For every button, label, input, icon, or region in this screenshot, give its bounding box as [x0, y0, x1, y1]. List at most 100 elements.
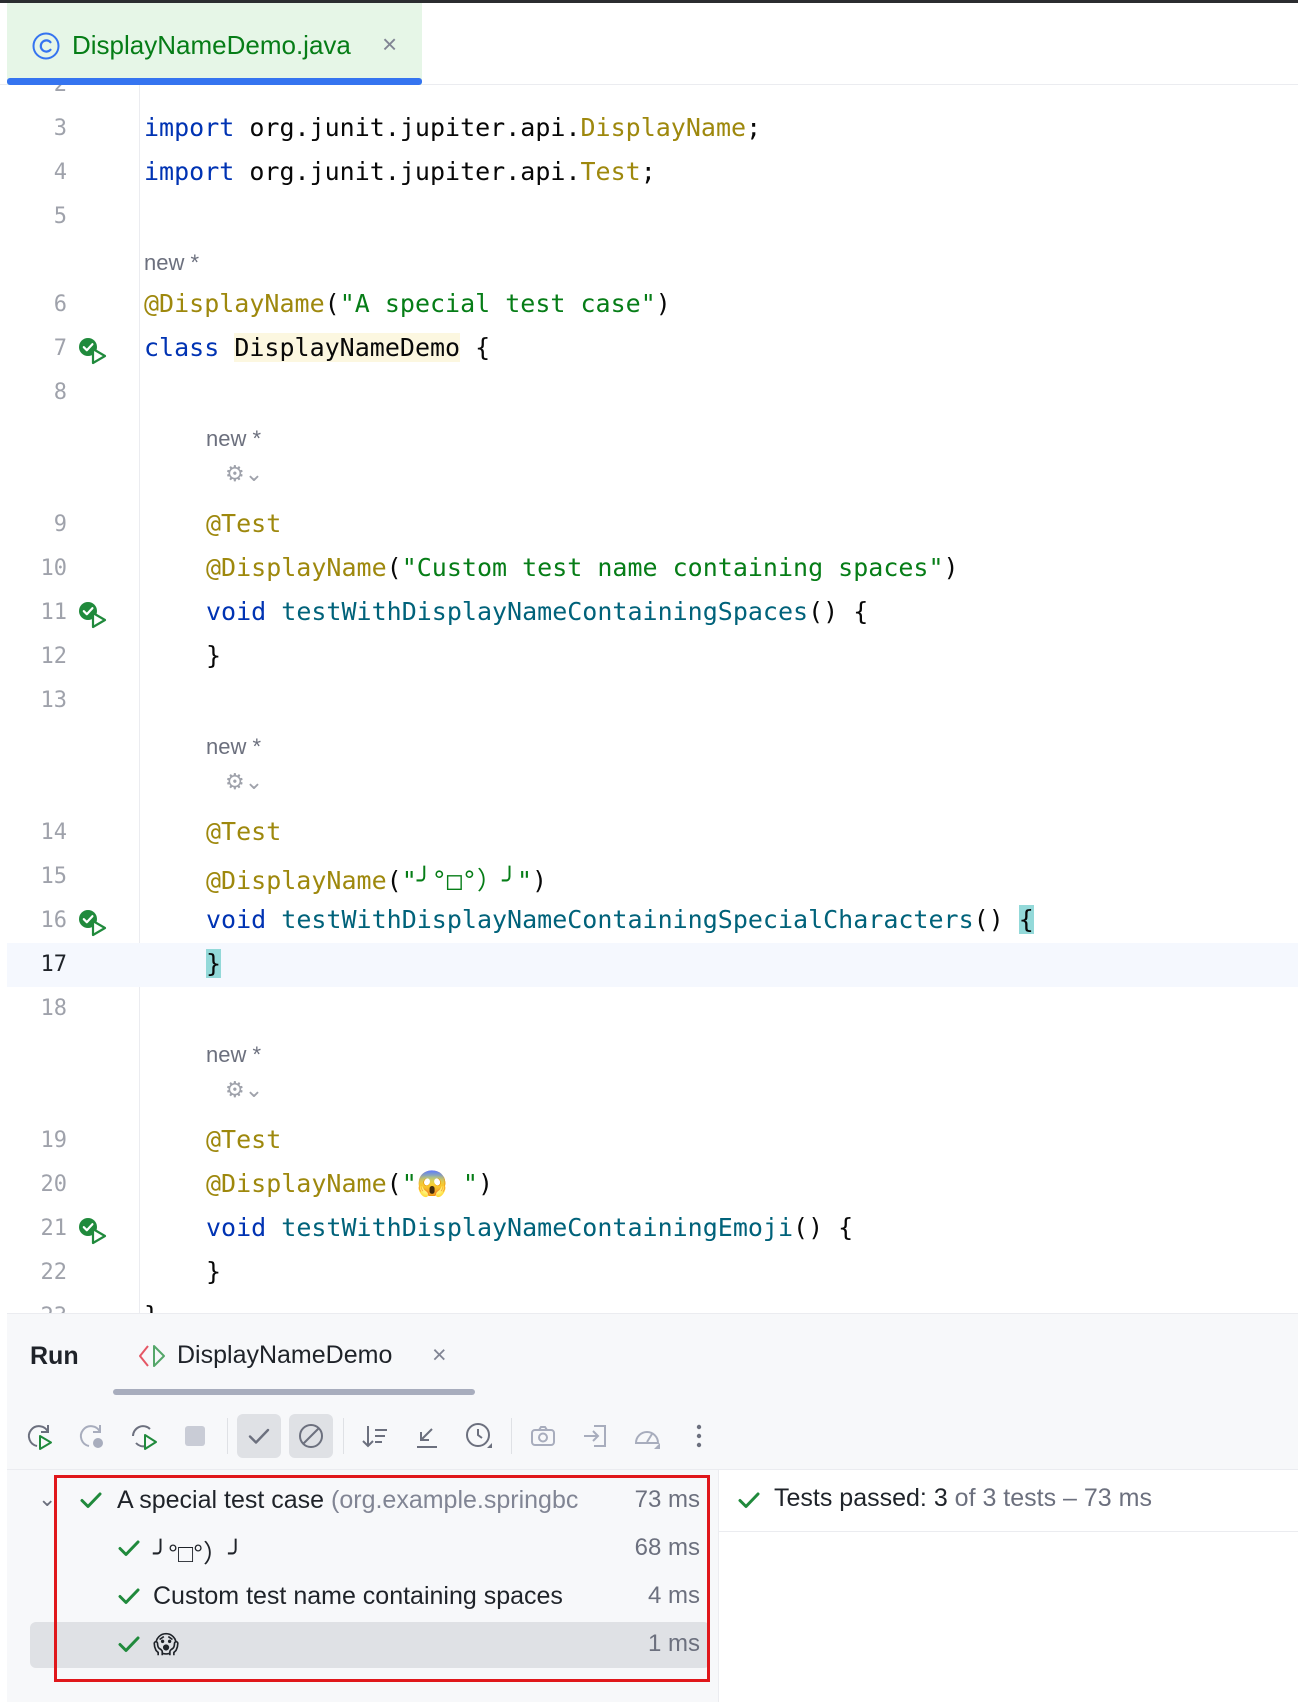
import-tests-icon	[584, 1425, 606, 1447]
code-line[interactable]: 14 @Test	[7, 811, 1298, 855]
more-options-button[interactable]	[677, 1414, 721, 1458]
screenshot-button[interactable]	[521, 1414, 565, 1458]
rerun-failed-icon	[79, 1425, 103, 1448]
author-inlay-hint[interactable]: new *	[144, 250, 199, 276]
class-name: DisplayNameDemo	[234, 333, 461, 362]
line-number: 14	[40, 820, 68, 845]
code-text: @Test	[206, 1125, 281, 1154]
annotation: @Test	[206, 817, 282, 846]
code-line[interactable]: 7 class DisplayNameDemo {	[7, 327, 1298, 371]
java-class-icon	[32, 32, 60, 60]
run-tab-label: DisplayNameDemo	[177, 1341, 393, 1369]
run-test-gutter-icon[interactable]	[77, 1215, 107, 1245]
punctuation: ;	[746, 113, 762, 142]
code-line[interactable]: 21 void testWithDisplayNameContainingEmo…	[7, 1207, 1298, 1251]
author-inlay-hint[interactable]: new *	[206, 426, 261, 452]
string-literal: "😱 "	[401, 1169, 478, 1198]
annotation: @DisplayName	[206, 866, 387, 895]
run-test-gutter-icon[interactable]	[77, 907, 107, 937]
punctuation: ;	[640, 157, 656, 186]
run-toolbar	[7, 1404, 1298, 1470]
inlay-hint-row: ⚙⌄	[7, 761, 1298, 805]
annotation-highlight-box	[54, 1475, 710, 1682]
code-text: @Test	[206, 509, 281, 538]
code-line[interactable]: 8	[7, 371, 1298, 415]
coverage-button[interactable]	[625, 1414, 669, 1458]
punctuation: ()	[973, 905, 1019, 934]
line-number: 9	[53, 512, 67, 537]
code-editor[interactable]: 2 3 import org.junit.jupiter.api.Display…	[7, 85, 1298, 1313]
code-line[interactable]: 9 @Test	[7, 503, 1298, 547]
code-line[interactable]: 2	[7, 85, 1298, 107]
close-icon[interactable]: ×	[432, 1341, 447, 1370]
summary-label: Tests passed:	[774, 1484, 934, 1512]
code-text: void testWithDisplayNameContainingSpecia…	[206, 905, 1034, 934]
settings-icon[interactable]: ⚙⌄	[225, 769, 263, 795]
identifier: org.junit.jupiter.api.	[234, 113, 581, 142]
line-number: 13	[40, 688, 68, 713]
editor-tab-displaynamedemo[interactable]: DisplayNameDemo.java ×	[7, 3, 422, 85]
code-line[interactable]: 16 void testWithDisplayNameContainingSpe…	[7, 899, 1298, 943]
code-line[interactable]: 23 }	[7, 1295, 1298, 1313]
punctuation: }	[144, 1301, 159, 1313]
rerun-failed-button[interactable]	[69, 1414, 113, 1458]
line-number: 10	[40, 556, 68, 581]
keyword: import	[144, 157, 235, 186]
code-line[interactable]: 19 @Test	[7, 1119, 1298, 1163]
test-console[interactable]: Tests passed: 3 of 3 tests – 73 ms	[719, 1470, 1298, 1702]
keyword: void	[206, 905, 267, 934]
code-text: @Test	[206, 817, 281, 846]
sort-by-duration-button[interactable]	[457, 1414, 501, 1458]
rerun-button[interactable]	[17, 1414, 61, 1458]
code-line[interactable]: 22 }	[7, 1251, 1298, 1295]
code-text: @DisplayName("╯°□°）╯")	[206, 861, 547, 897]
run-test-gutter-icon[interactable]	[77, 599, 107, 629]
punctuation: )	[655, 289, 671, 318]
tests-passed-summary: Tests passed: 3 of 3 tests – 73 ms	[774, 1484, 1152, 1513]
code-line[interactable]: 3 import org.junit.jupiter.api.DisplayNa…	[7, 107, 1298, 151]
sort-alphabetically-button[interactable]	[353, 1414, 397, 1458]
current-code-line[interactable]: 17 }	[7, 943, 1298, 987]
punctuation: (	[386, 553, 402, 582]
stop-button[interactable]	[173, 1414, 217, 1458]
code-line[interactable]: 5	[7, 195, 1298, 239]
punctuation: )	[943, 553, 959, 582]
matched-brace: }	[206, 949, 222, 978]
line-number: 6	[53, 292, 67, 317]
line-number: 17	[40, 952, 68, 977]
code-line[interactable]: 20 @DisplayName("😱 ")	[7, 1163, 1298, 1207]
code-line[interactable]: 15 @DisplayName("╯°□°）╯")	[7, 855, 1298, 899]
author-inlay-hint[interactable]: new *	[206, 734, 261, 760]
toggle-auto-test-button[interactable]	[121, 1414, 165, 1458]
line-number: 21	[40, 1216, 68, 1241]
code-line[interactable]: 6 @DisplayName("A special test case")	[7, 283, 1298, 327]
code-line[interactable]: 4 import org.junit.jupiter.api.Test;	[7, 151, 1298, 195]
identifier: org.junit.jupiter.api.	[234, 157, 581, 186]
show-ignored-toggle[interactable]	[289, 1414, 333, 1458]
collapse-all-button[interactable]	[405, 1414, 449, 1458]
code-text: }	[144, 1301, 159, 1313]
settings-icon[interactable]: ⚙⌄	[225, 461, 263, 487]
show-ignored-icon	[299, 1424, 323, 1448]
keyword: void	[206, 1213, 267, 1242]
import-tests-button[interactable]	[573, 1414, 617, 1458]
settings-icon[interactable]: ⚙⌄	[225, 1077, 263, 1103]
code-line[interactable]: 11 void testWithDisplayNameContainingSpa…	[7, 591, 1298, 635]
author-inlay-hint[interactable]: new *	[206, 1042, 261, 1068]
line-number: 7	[53, 336, 67, 361]
close-icon[interactable]: ×	[382, 29, 397, 60]
string-literal: "A special test case"	[339, 289, 656, 318]
run-test-gutter-icon[interactable]	[77, 335, 107, 365]
line-number: 18	[40, 996, 68, 1021]
show-passed-toggle[interactable]	[237, 1414, 281, 1458]
rerun-icon	[27, 1425, 52, 1450]
code-line[interactable]: 18	[7, 987, 1298, 1031]
code-line[interactable]: 13	[7, 679, 1298, 723]
punctuation: }	[206, 641, 222, 670]
code-line[interactable]: 10 @DisplayName("Custom test name contai…	[7, 547, 1298, 591]
punctuation: )	[477, 1169, 494, 1198]
toggle-auto-test-icon	[132, 1425, 157, 1450]
code-line[interactable]: 12 }	[7, 635, 1298, 679]
